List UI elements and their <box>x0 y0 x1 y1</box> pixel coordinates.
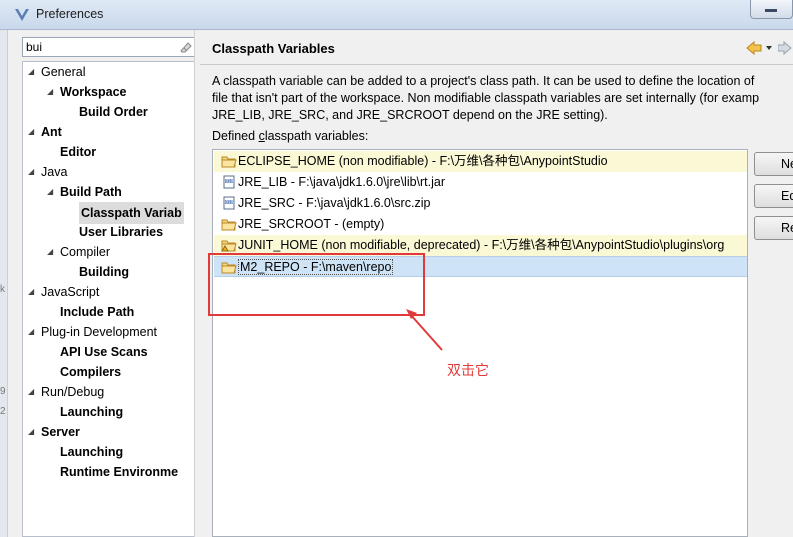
variable-row[interactable]: 010 JRE_LIB - F:\java\jdk1.6.0\jre\lib\rt… <box>214 172 747 193</box>
expanded-arrow-icon[interactable]: ◢ <box>47 82 57 102</box>
folder-icon <box>221 219 237 231</box>
variable-text: ECLIPSE_HOME (non modifiable) - F:\万维\各种… <box>238 154 608 168</box>
back-arrow-icon[interactable] <box>745 40 775 56</box>
page-title: Classpath Variables <box>212 41 335 56</box>
annotation-arrow-icon <box>406 309 443 351</box>
header-divider <box>200 64 793 65</box>
expanded-arrow-icon[interactable]: ◢ <box>28 322 38 342</box>
tree-item-label: JavaScript <box>41 285 100 299</box>
tree-item-label: Build Path <box>60 185 122 199</box>
tree-item-label: Launching <box>60 405 124 419</box>
page-description: A classpath variable can be added to a p… <box>212 73 793 124</box>
tree-item-label: Java <box>41 165 68 179</box>
variable-row[interactable]: 010 JRE_SRC - F:\java\jdk1.6.0\src.zip <box>214 193 747 214</box>
tree-item-label: Ant <box>41 125 62 139</box>
clear-filter-icon[interactable] <box>179 40 193 54</box>
tree-item-label: Compilers <box>60 365 122 379</box>
tree-item-label: Runtime Environme <box>60 465 179 479</box>
tree-item-label: User Libraries <box>79 225 164 239</box>
background-window-edge: k 9 2 <box>0 30 8 537</box>
jar-icon: 010 <box>223 196 235 210</box>
annotation-text: 双击它 <box>447 363 489 379</box>
preferences-tree[interactable]: ◢ General ◢ Workspace Build Order ◢ Ant Editor ◢… <box>22 61 202 537</box>
tree-item-label: Compiler <box>60 245 111 259</box>
window-title: Preferences <box>36 7 104 21</box>
minimize-button[interactable] <box>750 0 793 19</box>
expanded-arrow-icon[interactable]: ◢ <box>47 182 57 202</box>
expanded-arrow-icon[interactable]: ◢ <box>47 242 57 262</box>
svg-text:010: 010 <box>226 179 234 184</box>
edit-button[interactable]: Ed <box>754 184 793 208</box>
tree-item-label: API Use Scans <box>60 345 148 359</box>
tree-item-label: Building <box>79 265 129 279</box>
svg-text:010: 010 <box>226 200 234 205</box>
folder-icon <box>221 156 237 168</box>
tree-item-label: Server <box>41 425 80 439</box>
description-line: A classpath variable can be added to a p… <box>212 74 755 88</box>
description-line: JRE_LIB, JRE_SRC, and JRE_SRCROOT depend… <box>212 108 608 122</box>
classpath-variables-list[interactable]: ECLIPSE_HOME (non modifiable) - F:\万维\各种… <box>212 149 748 537</box>
forward-arrow-icon[interactable] <box>778 40 793 56</box>
tree-item-label: Run/Debug <box>41 385 105 399</box>
tree-item-label: Classpath Variab <box>79 202 184 224</box>
expanded-arrow-icon[interactable]: ◢ <box>28 162 38 182</box>
tree-item-label: Plug-in Development <box>41 325 158 339</box>
filter-input[interactable] <box>23 38 163 56</box>
tree-item-label: General <box>41 65 86 79</box>
variable-row[interactable]: JRE_SRCROOT - (empty) <box>214 214 747 235</box>
expanded-arrow-icon[interactable]: ◢ <box>28 62 38 82</box>
variable-row[interactable]: ECLIPSE_HOME (non modifiable) - F:\万维\各种… <box>214 151 747 172</box>
remove-button[interactable]: Re <box>754 216 793 240</box>
tree-item-label: Workspace <box>60 85 127 99</box>
new-button[interactable]: Ne <box>754 152 793 176</box>
tree-item-label: Build Order <box>79 105 148 119</box>
variable-text: JUNIT_HOME (non modifiable, deprecated) … <box>238 238 725 252</box>
tree-item-label: Launching <box>60 445 124 459</box>
annotation-highlight-box <box>208 253 425 316</box>
defined-variables-label: Defined classpath variables: <box>212 129 369 143</box>
tree-item-label: Editor <box>60 145 97 159</box>
variable-text: JRE_SRC - F:\java\jdk1.6.0\src.zip <box>238 196 431 210</box>
title-bar: Preferences <box>0 0 793 30</box>
variable-text: JRE_SRCROOT - (empty) <box>238 217 385 231</box>
folder-warning-icon <box>221 240 237 252</box>
tree-item-label: Include Path <box>60 305 135 319</box>
description-line: file that isn't part of the workspace. N… <box>212 91 760 105</box>
expanded-arrow-icon[interactable]: ◢ <box>28 422 38 442</box>
expanded-arrow-icon[interactable]: ◢ <box>28 282 38 302</box>
expanded-arrow-icon[interactable]: ◢ <box>28 122 38 142</box>
expanded-arrow-icon[interactable]: ◢ <box>28 382 38 402</box>
eclipse-app-icon <box>15 9 29 21</box>
filter-field[interactable] <box>22 37 197 57</box>
preferences-navigation: ◢General◢WorkspaceBuild Order◢AntEditor◢… <box>8 30 202 537</box>
variable-text: JRE_LIB - F:\java\jdk1.6.0\jre\lib\rt.ja… <box>238 175 446 189</box>
jar-icon: 010 <box>223 175 235 189</box>
